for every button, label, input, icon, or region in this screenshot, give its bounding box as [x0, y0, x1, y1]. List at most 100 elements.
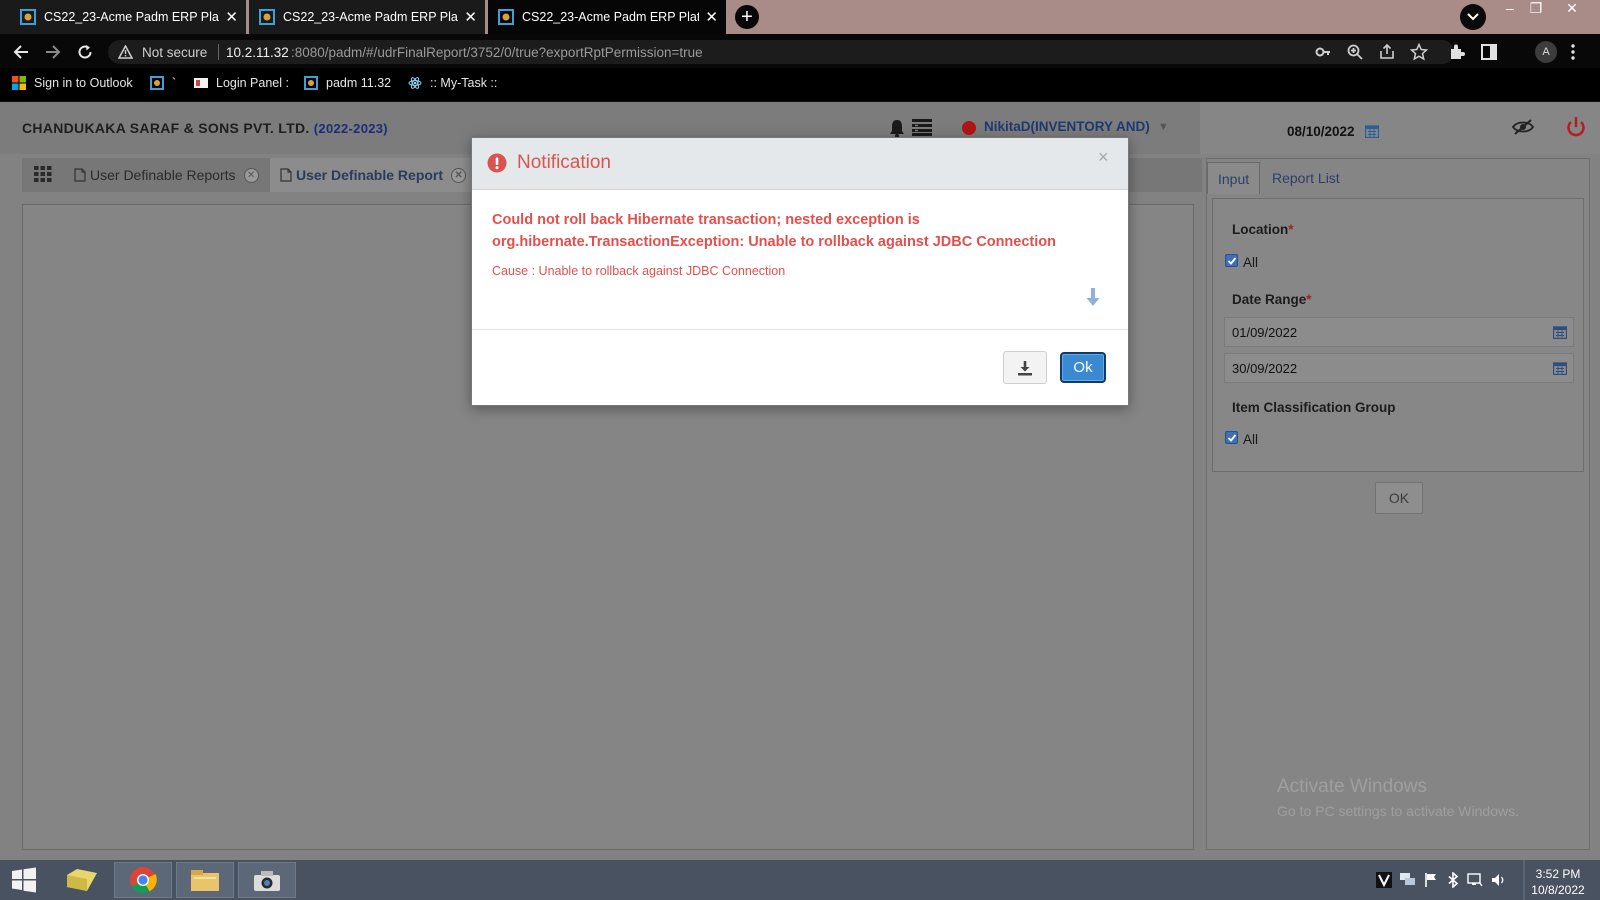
bookmark-my-task[interactable]: :: My-Task :: — [408, 76, 497, 90]
from-date-value: 01/09/2022 — [1232, 324, 1298, 340]
bookmark-label: ` — [172, 76, 177, 90]
network-tray-icon[interactable] — [1467, 873, 1483, 887]
to-date-input[interactable]: 30/09/2022 — [1224, 353, 1574, 383]
windows-start-icon — [12, 867, 36, 893]
browser-menu-icon[interactable] — [1570, 43, 1578, 61]
extensions-icon[interactable] — [1448, 43, 1466, 61]
exclamation-circle-icon — [487, 153, 507, 173]
bookmark-backtick[interactable]: ` — [150, 76, 176, 90]
location-label: Location* — [1232, 222, 1294, 237]
react-logo-icon — [408, 76, 422, 90]
tab-report-list[interactable]: Report List — [1262, 162, 1350, 194]
warning-triangle-icon[interactable] — [118, 45, 133, 59]
app-favicon-icon — [150, 76, 164, 90]
share-icon[interactable] — [1378, 43, 1396, 61]
zoom-icon[interactable] — [1346, 43, 1364, 61]
bookmark-label: padm 11.32 — [326, 76, 392, 90]
arrow-down-icon[interactable] — [1085, 287, 1101, 307]
back-button[interactable] — [10, 41, 32, 63]
power-icon[interactable] — [1566, 116, 1586, 138]
eye-slash-icon[interactable] — [1512, 118, 1534, 136]
to-date-value: 30/09/2022 — [1232, 360, 1298, 376]
clock-date[interactable]: 10/8/2022 — [1528, 883, 1588, 897]
browser-tab-title: CS22_23-Acme Padm ERP Platform — [522, 10, 700, 24]
user-menu[interactable]: NikitaD(INVENTORY AND) — [984, 119, 1150, 134]
error-message-line-2: org.hibernate.TransactionException: Unab… — [492, 234, 1056, 250]
user-status-indicator — [962, 121, 976, 135]
calendar-icon[interactable] — [1553, 325, 1567, 339]
address-divider — [218, 44, 219, 60]
location-all-label: All — [1243, 255, 1259, 270]
bell-icon[interactable] — [888, 118, 906, 138]
bluetooth-tray-icon[interactable] — [1447, 872, 1459, 888]
item-group-all-checkbox[interactable] — [1225, 431, 1238, 444]
taskbar-file-explorer[interactable] — [176, 862, 234, 898]
tab-search-button[interactable] — [1460, 4, 1486, 30]
tab-user-definable-reports[interactable]: User Definable Reports ✕ — [64, 158, 269, 192]
taskbar-explorer-app[interactable] — [53, 862, 111, 898]
minimize-window-button[interactable]: – — [1496, 0, 1524, 16]
security-status-label[interactable]: Not secure — [142, 45, 207, 60]
login-favicon-icon — [194, 76, 208, 90]
activate-windows-subtitle: Go to PC settings to activate Windows. — [1277, 803, 1519, 819]
bookmark-star-icon[interactable] — [1410, 43, 1428, 61]
vpn-tray-icon[interactable] — [1376, 872, 1392, 888]
app-favicon-icon — [259, 9, 275, 25]
from-date-input[interactable]: 01/09/2022 — [1224, 317, 1574, 347]
ok-button[interactable]: Ok — [1060, 352, 1106, 383]
app-favicon-icon — [304, 76, 318, 90]
list-menu-icon[interactable] — [912, 119, 932, 136]
taskbar-snipping-tool[interactable] — [238, 862, 296, 898]
forward-button[interactable] — [42, 41, 64, 63]
system-date: 08/10/2022 — [1287, 124, 1355, 139]
volume-tray-icon[interactable] — [1491, 873, 1507, 887]
apply-filter-ok-button[interactable]: OK — [1375, 482, 1423, 514]
item-classification-group-label: Item Classification Group — [1232, 400, 1396, 415]
apps-grid-icon[interactable] — [34, 166, 52, 182]
new-tab-button[interactable]: + — [735, 5, 759, 29]
caret-down-icon[interactable]: ▼ — [1158, 121, 1169, 133]
bookmark-login-panel[interactable]: Login Panel : — [194, 76, 289, 90]
tab-label: User Definable Report — [296, 167, 444, 183]
reload-button[interactable] — [74, 41, 96, 63]
browser-tab-title: CS22_23-Acme Padm ERP Platform — [283, 10, 458, 24]
chevron-down-icon — [1467, 13, 1479, 21]
browser-tab[interactable]: CS22_23-Acme Padm ERP Platform ✕ — [0, 0, 246, 34]
side-panel-icon[interactable] — [1480, 43, 1498, 61]
calendar-icon[interactable] — [1553, 361, 1567, 375]
download-icon — [1018, 360, 1032, 375]
close-tab-icon[interactable]: ✕ — [464, 10, 477, 25]
tab-user-definable-report[interactable]: User Definable Report ✕ — [270, 158, 477, 192]
browser-tab-active[interactable]: CS22_23-Acme Padm ERP Platform ✕ — [488, 0, 726, 34]
bookmark-padm[interactable]: padm 11.32 — [304, 76, 391, 90]
date-range-label: Date Range* — [1232, 292, 1312, 307]
profile-avatar[interactable]: A — [1535, 41, 1557, 63]
location-all-checkbox[interactable] — [1225, 254, 1238, 267]
tray-separator — [1523, 860, 1525, 900]
document-icon — [280, 168, 292, 182]
calendar-icon[interactable] — [1365, 124, 1379, 138]
download-button[interactable] — [1003, 351, 1047, 384]
key-icon[interactable] — [1314, 43, 1332, 61]
close-tab-icon[interactable]: ✕ — [451, 167, 467, 183]
close-tab-icon[interactable]: ✕ — [243, 167, 259, 183]
app-favicon-icon — [20, 9, 36, 25]
network-share-tray-icon[interactable] — [1400, 873, 1416, 887]
close-tab-icon[interactable]: ✕ — [225, 10, 238, 25]
checkmark-icon — [1227, 433, 1236, 442]
bookmark-outlook[interactable]: Sign in to Outlook — [12, 76, 133, 90]
windows-logo-icon — [12, 76, 26, 90]
flag-tray-icon[interactable] — [1424, 872, 1438, 888]
restore-window-button[interactable]: ❐ — [1522, 0, 1550, 17]
chrome-icon — [130, 867, 157, 894]
tab-input[interactable]: Input — [1207, 162, 1261, 194]
company-name: CHANDUKAKA SARAF & SONS PVT. LTD. (2022-… — [22, 120, 388, 136]
taskbar-chrome-app[interactable] — [114, 862, 172, 898]
camera-icon — [254, 871, 280, 891]
browser-tab[interactable]: CS22_23-Acme Padm ERP Platform ✕ — [249, 0, 485, 34]
clock-time[interactable]: 3:52 PM — [1528, 867, 1588, 881]
close-tab-icon[interactable]: ✕ — [705, 10, 718, 25]
start-button[interactable] — [0, 862, 48, 898]
close-dialog-button[interactable]: × — [1098, 148, 1109, 166]
close-window-button[interactable]: ✕ — [1558, 0, 1586, 17]
